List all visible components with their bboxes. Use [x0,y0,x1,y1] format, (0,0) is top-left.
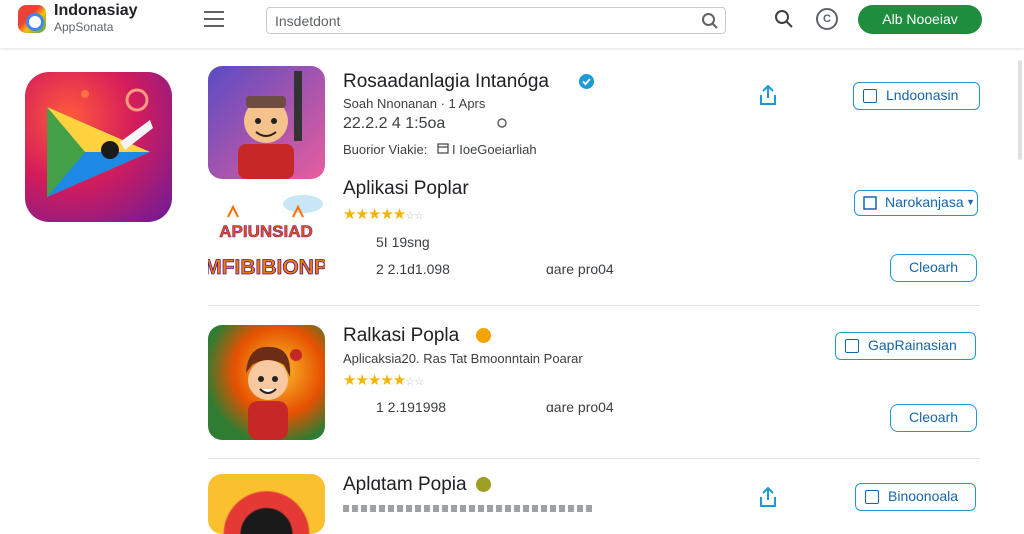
featured-app-icon[interactable] [25,72,172,222]
calendar-icon [437,143,449,154]
app-price: ɑare pro04 [546,261,614,277]
banner-text-top: APIUNSIAD [219,222,313,241]
top-app-bar: Indonasiay AppSonata C Alb Nooeiav [0,0,1024,48]
hamburger-menu-icon[interactable] [204,11,224,27]
app-title[interactable]: Ralkasi Popla [343,325,459,347]
banner-text-bottom: MFIBIBIONP [208,256,325,279]
brand-subtitle: AppSonata [54,20,114,34]
rating-stars: ★★★★★☆☆ [343,371,424,389]
store-logo-icon[interactable] [18,5,46,33]
search-input[interactable] [275,12,695,30]
button-label: Binoonoala [888,488,959,504]
button-label: Lndoonasin [886,87,959,103]
install-button[interactable]: GapRainasian [835,332,976,360]
button-label: GapRainasian [868,337,957,353]
app-title[interactable]: Rosaadanlagia Intanóga [343,71,549,93]
share-icon[interactable] [759,486,777,508]
app-description-truncated [343,505,593,512]
search-box[interactable] [266,7,726,34]
app-version: 2 2.1d1.098 [376,261,450,277]
app-title[interactable]: Aplɑtam Popia [343,474,467,496]
divider [208,305,980,306]
stars-empty: ☆☆ [405,376,424,388]
award-badge-icon [476,477,491,492]
app-downloads: 5I 19sng [376,234,430,250]
stars-filled: ★★★★★ [343,206,406,223]
checkbox-icon [845,339,859,353]
install-app-button[interactable]: Alb Nooeiav [858,5,982,34]
rating-stars: ★★★★★☆☆ [343,205,424,223]
document-icon [863,196,877,210]
chevron-down-icon: ▼ [966,197,975,207]
app-category-value: I IoeGoeiarliah [452,142,537,157]
open-button[interactable]: Cleoarh [890,404,977,432]
search-icon[interactable] [774,9,794,29]
app-title[interactable]: Aplikasi Poplar [343,178,469,200]
app-icon[interactable] [208,325,325,440]
account-icon[interactable]: C [816,8,838,30]
dropdown-label: Narokanjasa [885,194,964,210]
info-icon [497,118,507,128]
verified-badge-icon [579,74,594,89]
app-version: 22.2.2 4 1:5oa [343,115,446,132]
checkbox-icon [865,490,879,504]
stars-filled: ★★★★★ [343,372,406,389]
app-icon[interactable] [208,474,325,534]
search-icon[interactable] [701,12,719,30]
app-banner-image[interactable]: APIUNSIAD MFIBIBIONP [208,192,325,292]
scrollbar[interactable] [1018,60,1022,160]
install-button[interactable]: Binoonoala [855,483,976,511]
language-dropdown[interactable]: Narokanjasa ▼ [854,190,978,216]
install-button[interactable]: Lndoonasin [853,82,980,110]
open-button[interactable]: Cleoarh [890,254,977,282]
award-badge-icon [476,328,491,343]
brand-title: Indonasiay [54,2,138,19]
divider [208,458,980,459]
app-description: Aplicaksia20. Ras Tat Bmoonntain Poarar [343,351,583,366]
app-category-label: Buorior Viakie: [343,142,428,157]
app-version: 1 2.191998 [376,399,447,415]
share-icon[interactable] [759,84,777,106]
app-price: ɑare pro04 [546,399,614,415]
app-developer: Soah Nnonanan · 1 Aprs [343,96,486,111]
checkbox-icon [863,89,877,103]
app-icon[interactable] [208,66,325,179]
stars-empty: ☆☆ [405,210,424,222]
